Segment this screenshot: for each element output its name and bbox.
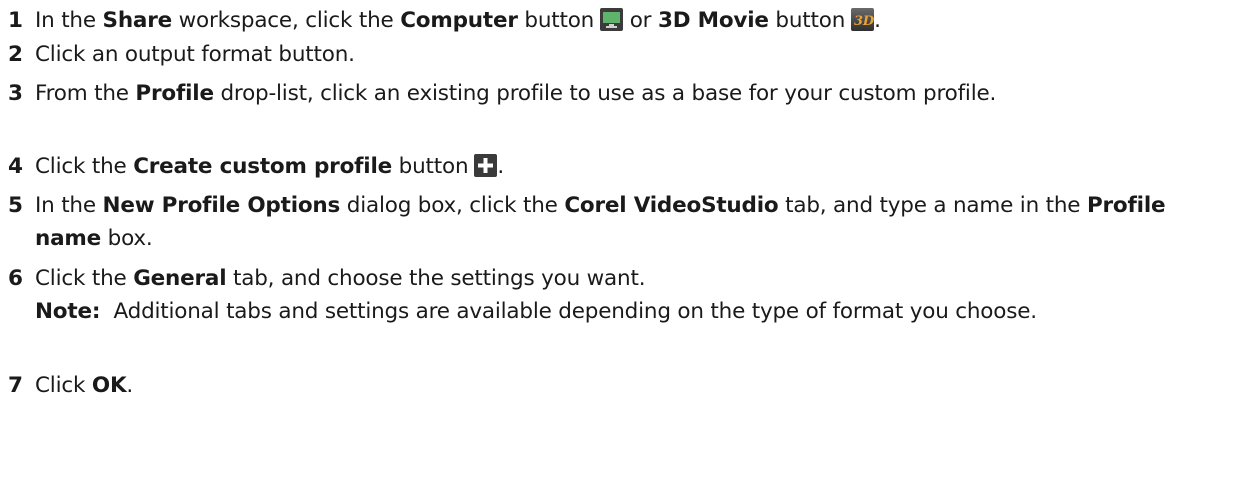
step-text: In the Share workspace, click the Comput… [35,8,881,33]
step-5: 5 In the New Profile Options dialog box,… [8,189,1223,255]
step-7: 7 Click OK. [8,369,1223,402]
step-number: 1 [8,8,23,33]
computer-monitor-icon [600,8,624,31]
step-number: 5 [8,193,23,218]
step-number: 6 [8,266,23,291]
step-number: 2 [8,42,23,67]
note-label: Note: [35,299,101,324]
3d-movie-button-label: 3D Movie [657,8,769,33]
corel-videostudio-tab-label: Corel VideoStudio [564,193,779,218]
step-text: From the Profile drop-list, click an exi… [35,81,997,106]
step-number: 7 [8,373,23,398]
step-text: Click the General tab, and choose the se… [35,262,1223,328]
step-text: Click an output format button. [35,42,355,67]
step-6: 6 Click the General tab, and choose the … [8,262,1223,328]
3d-movie-icon: 3D [851,8,875,31]
note-text: Additional tabs and settings are availab… [100,299,1038,324]
new-profile-options-label: New Profile Options [102,193,341,218]
step-2: 2 Click an output format button. [8,38,1223,71]
step-4: 4 Click the Create custom profile button… [8,150,1223,183]
general-tab-label: General [133,266,227,291]
create-custom-profile-label: Create custom profile [133,154,393,179]
step-text: In the New Profile Options dialog box, c… [35,193,1166,251]
computer-button-label: Computer [400,8,518,33]
ok-label: OK [91,373,127,398]
step-3: 3 From the Profile drop-list, click an e… [8,77,1223,110]
plus-icon [474,154,498,177]
step-number: 3 [8,81,23,106]
step-text: Click the Create custom profile button. [35,154,505,179]
3d-icon-text: 3D [854,14,874,29]
step-1: 1 In the Share workspace, click the Comp… [8,4,1223,37]
step-text: Click OK. [35,373,134,398]
note: Note: Additional tabs and settings are a… [35,295,1223,328]
instruction-steps: 1 In the Share workspace, click the Comp… [0,0,1236,500]
profile-droplist-label: Profile [135,81,214,106]
share-workspace-label: Share [102,8,173,33]
step-number: 4 [8,154,23,179]
